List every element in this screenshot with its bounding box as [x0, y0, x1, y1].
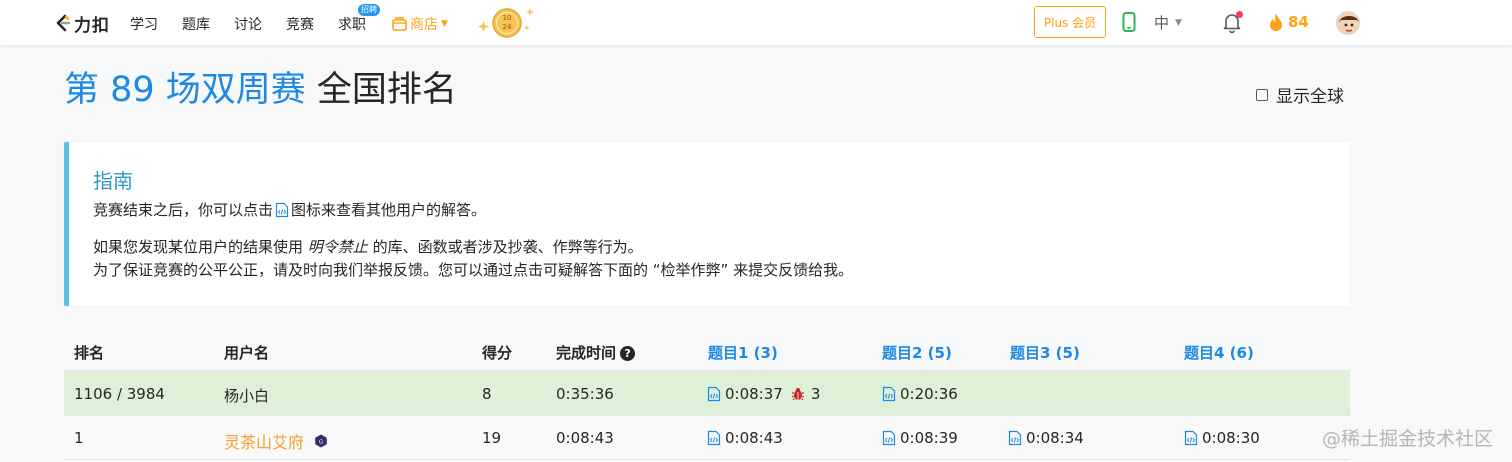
cell-score: 8: [482, 385, 492, 403]
leetcode-logo[interactable]: 力扣: [52, 11, 110, 36]
cell-question-1-time: 0:08:37: [725, 385, 783, 403]
guide-line-1-before: 竞赛结束之后，你可以点击: [93, 201, 274, 219]
table-row-current-user: 1106 / 3984 杨小白 8 0:35:36 0:08:37 3 0:20…: [64, 372, 1350, 416]
guide-line-1: 竞赛结束之后，你可以点击 图标来查看其他用户的解答。: [93, 199, 486, 221]
show-global-checkbox[interactable]: [1256, 88, 1268, 101]
streak-counter[interactable]: 84: [1268, 12, 1309, 32]
header-question-1[interactable]: 题目1 (3): [708, 342, 778, 363]
username-link[interactable]: 灵茶山艾府: [224, 429, 304, 453]
cell-score: 19: [482, 429, 502, 447]
avatar-image: [1337, 12, 1359, 34]
cell-rank: 1106 / 3984: [74, 385, 165, 403]
solution-code-icon: [275, 202, 289, 218]
coin-1024-icon[interactable]: 10 24: [476, 5, 536, 41]
table-row: 1 灵茶山艾府 G 19 0:08:43 0:08:43 0:08:39 0:0…: [64, 416, 1350, 460]
header-finish-time: 完成时间?: [556, 342, 636, 363]
bug-icon: [791, 388, 804, 401]
cell-question-2-time: 0:20:36: [900, 385, 958, 403]
cell-question-1-bugs: 3: [810, 385, 821, 403]
cell-finish-time: 0:35:36: [556, 385, 614, 403]
cell-rank: 1: [74, 429, 84, 447]
watermark: @稀土掘金技术社区: [1322, 428, 1494, 450]
nav-item-store[interactable]: 商店 ▼: [392, 14, 448, 34]
help-icon[interactable]: ?: [620, 346, 636, 361]
coin-text-top: 10: [503, 14, 512, 22]
solution-code-icon[interactable]: [707, 430, 721, 446]
show-global-label: 显示全球: [1276, 87, 1344, 107]
guide-line-2: 如果您发现某位用户的结果使用 明令禁止 的库、函数或者涉及抄袭、作弊等行为。: [93, 236, 643, 258]
leetcode-logo-icon: [56, 14, 71, 32]
cell-question-1[interactable]: 0:08:43: [707, 429, 783, 447]
guide-line-2-after: 的库、函数或者涉及抄袭、作弊等行为。: [367, 238, 643, 256]
page-title-rest: 全国排名: [305, 70, 457, 110]
language-selector[interactable]: 中 ▼: [1154, 12, 1182, 33]
header-username: 用户名: [224, 344, 270, 362]
guide-line-2-before: 如果您发现某位用户的结果使用: [93, 238, 308, 256]
notification-dot: [1236, 11, 1243, 18]
header-question-4[interactable]: 题目4 (6): [1184, 342, 1254, 363]
nav-item-problemset[interactable]: 题库: [182, 14, 210, 34]
cell-question-2-time: 0:08:39: [900, 429, 958, 447]
nav-item-jobs[interactable]: 求职: [338, 14, 366, 34]
show-global-toggle[interactable]: 显示全球: [1256, 82, 1344, 107]
top-navbar: 力扣 学习 题库 讨论 竞赛 求职 招聘 商店 ▼ 10 24 Plus 会员 …: [0, 0, 1512, 46]
fire-icon: [1270, 13, 1282, 31]
nav-item-learn[interactable]: 学习: [130, 14, 158, 34]
header-finish-time-label: 完成时间: [556, 344, 617, 362]
logo-text: 力扣: [74, 15, 110, 36]
streak-count: 84: [1288, 13, 1309, 31]
solution-code-icon[interactable]: [882, 430, 896, 446]
mobile-app-icon[interactable]: [1122, 12, 1136, 32]
cell-question-3-time: 0:08:34: [1026, 429, 1084, 447]
user-avatar[interactable]: [1336, 11, 1360, 35]
coin-text-bottom: 24: [503, 23, 512, 31]
guide-line-2-emphasis: 明令禁止: [307, 238, 368, 256]
chevron-down-icon: ▼: [1175, 17, 1182, 28]
ranking-table: 排名 用户名 得分 完成时间? 题目1 (3) 题目2 (5) 题目3 (5) …: [64, 330, 1350, 460]
solution-code-icon[interactable]: [1008, 430, 1022, 446]
language-label: 中: [1154, 14, 1170, 32]
store-label: 商店: [410, 17, 438, 33]
header-rank: 排名: [74, 344, 105, 362]
guardian-badge-icon: G: [315, 434, 327, 448]
cell-question-2[interactable]: 0:20:36: [882, 385, 958, 403]
store-icon: [392, 17, 407, 31]
cell-question-2[interactable]: 0:08:39: [882, 429, 958, 447]
cell-username[interactable]: 杨小白: [224, 385, 269, 406]
guide-line-3: 为了保证竞赛的公平公正，请及时向我们举报反馈。您可以通过点击可疑解答下面的 “检…: [93, 261, 854, 279]
cell-username[interactable]: 灵茶山艾府 G: [224, 429, 328, 453]
plus-member-button[interactable]: Plus 会员: [1034, 6, 1106, 38]
cell-finish-time: 0:08:43: [556, 429, 614, 447]
solution-code-icon[interactable]: [1184, 430, 1198, 446]
svg-text:G: G: [319, 439, 323, 445]
guide-title: 指南: [93, 169, 133, 193]
nav-item-contest[interactable]: 竞赛: [286, 14, 314, 34]
header-question-2[interactable]: 题目2 (5): [882, 342, 952, 363]
cell-question-4[interactable]: 0:08:30: [1184, 429, 1260, 447]
nav-item-discuss[interactable]: 讨论: [234, 14, 262, 34]
chevron-down-icon: ▼: [441, 19, 448, 29]
page-title: 第 89 场双周赛 全国排名: [64, 66, 457, 114]
table-header: 排名 用户名 得分 完成时间? 题目1 (3) 题目2 (5) 题目3 (5) …: [64, 330, 1350, 372]
hire-badge: 招聘: [358, 4, 380, 16]
cell-question-1-time: 0:08:43: [725, 429, 783, 447]
guide-line-1-after: 图标来查看其他用户的解答。: [291, 201, 487, 219]
solution-code-icon[interactable]: [882, 386, 896, 402]
cell-question-1[interactable]: 0:08:37 3: [707, 385, 820, 403]
cell-question-4-time: 0:08:30: [1202, 429, 1260, 447]
cell-question-3[interactable]: 0:08:34: [1008, 429, 1084, 447]
guide-panel: 指南 竞赛结束之后，你可以点击 图标来查看其他用户的解答。 如果您发现某位用户的…: [64, 142, 1350, 306]
header-score: 得分: [482, 344, 513, 362]
contest-link[interactable]: 第 89 场双周赛: [64, 70, 306, 110]
header-question-3[interactable]: 题目3 (5): [1010, 342, 1080, 363]
solution-code-icon[interactable]: [707, 386, 721, 402]
